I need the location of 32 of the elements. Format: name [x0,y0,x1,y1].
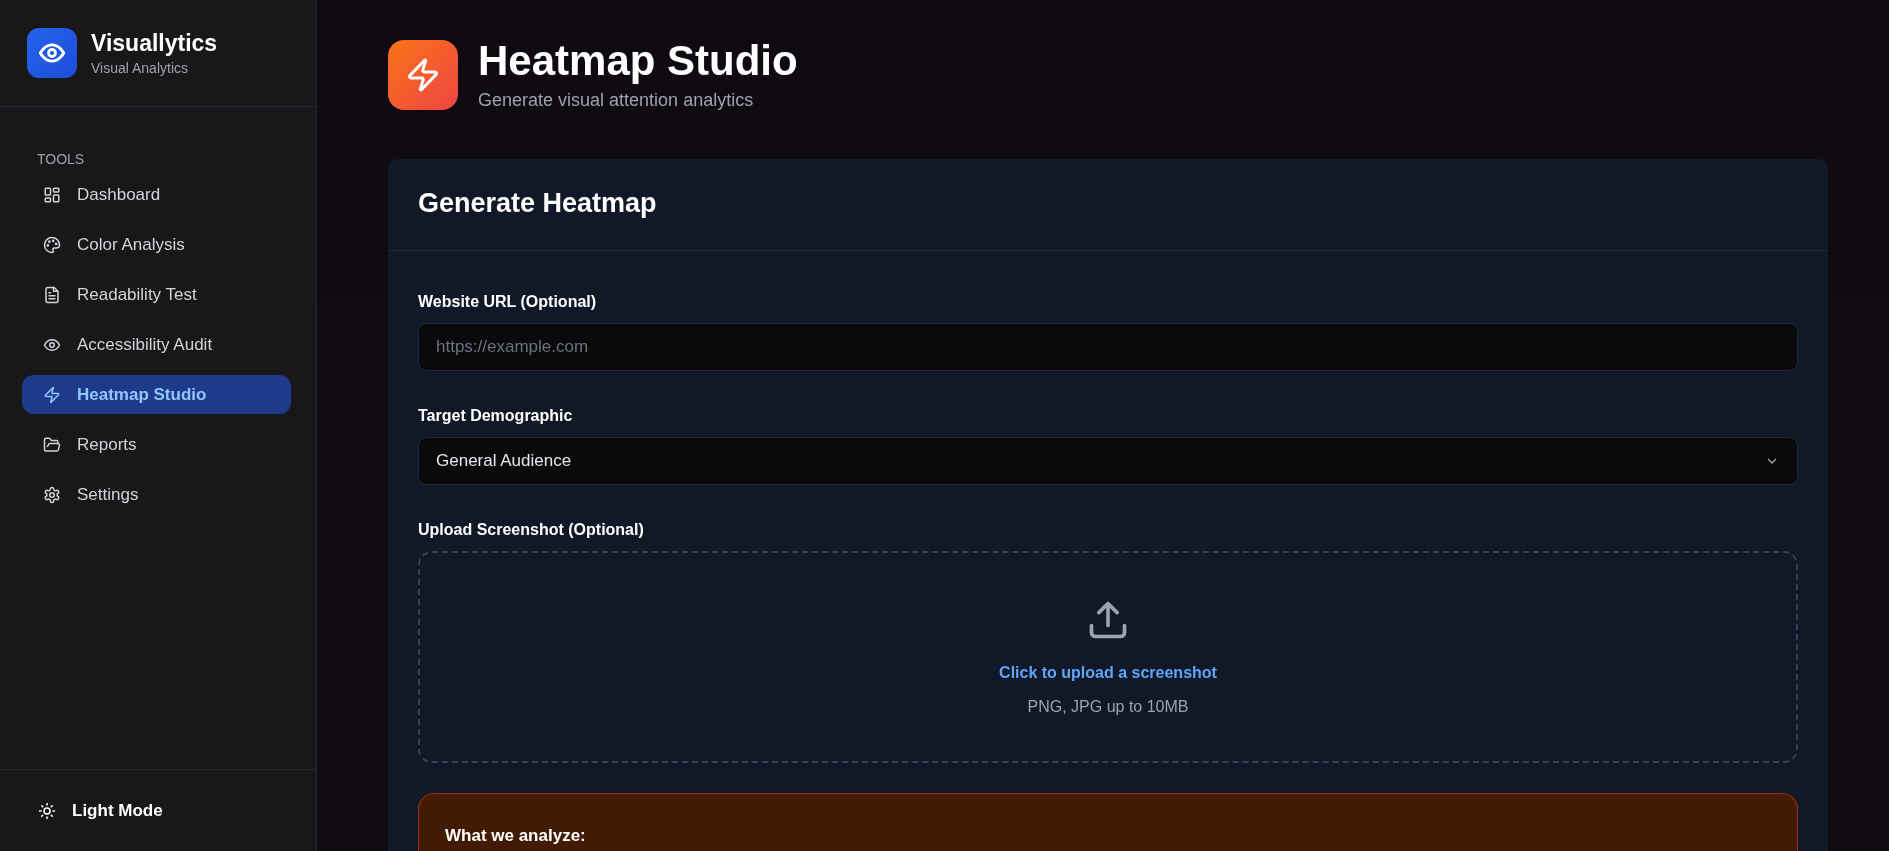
page-title: Heatmap Studio [478,38,798,85]
document-icon [43,285,61,304]
upload-dropzone[interactable]: Click to upload a screenshot PNG, JPG up to 10MB [418,551,1798,764]
sidebar-item[interactable]: Readability Test [22,275,291,314]
sidebar-item[interactable]: Heatmap Studio [22,375,291,414]
sidebar-item[interactable]: Color Analysis [22,225,291,264]
field-label: Upload Screenshot (Optional) [418,521,645,540]
brand-tagline: Visual Analytics [91,60,189,76]
grid-icon [43,185,61,204]
upload-hint: PNG, JPG up to 10MB [1027,698,1189,717]
light-mode-button[interactable]: Light Mode [38,800,163,821]
settings-icon [43,485,61,504]
sidebar-item[interactable]: Accessibility Audit [22,325,291,364]
url-input-field[interactable]: https://example.com [418,323,1798,372]
field-label: Website URL (Optional) [418,293,598,312]
card-title: Generate Heatmap [388,159,1828,252]
section-heading: TOOLS [36,150,86,169]
sidebar-item[interactable]: Reports [22,425,291,464]
folder-icon [43,435,61,454]
palette-icon [43,235,61,254]
sidebar-item[interactable]: Settings [22,475,291,514]
demographic-select[interactable]: General Audience [418,437,1798,486]
eye-logo-icon [27,28,77,78]
upload-link[interactable]: Click to upload a screenshot [999,664,1217,683]
info-title: What we analyze: [445,826,586,846]
lightning-logo-icon [388,39,458,110]
page-subtitle: Generate visual attention analytics [478,90,755,112]
field-label: Target Demographic [418,407,574,426]
sidebar-item[interactable]: Dashboard [22,175,291,214]
lightning-icon [43,385,61,404]
sun-icon [38,801,56,820]
brand-name: Visuallytics [91,30,218,57]
